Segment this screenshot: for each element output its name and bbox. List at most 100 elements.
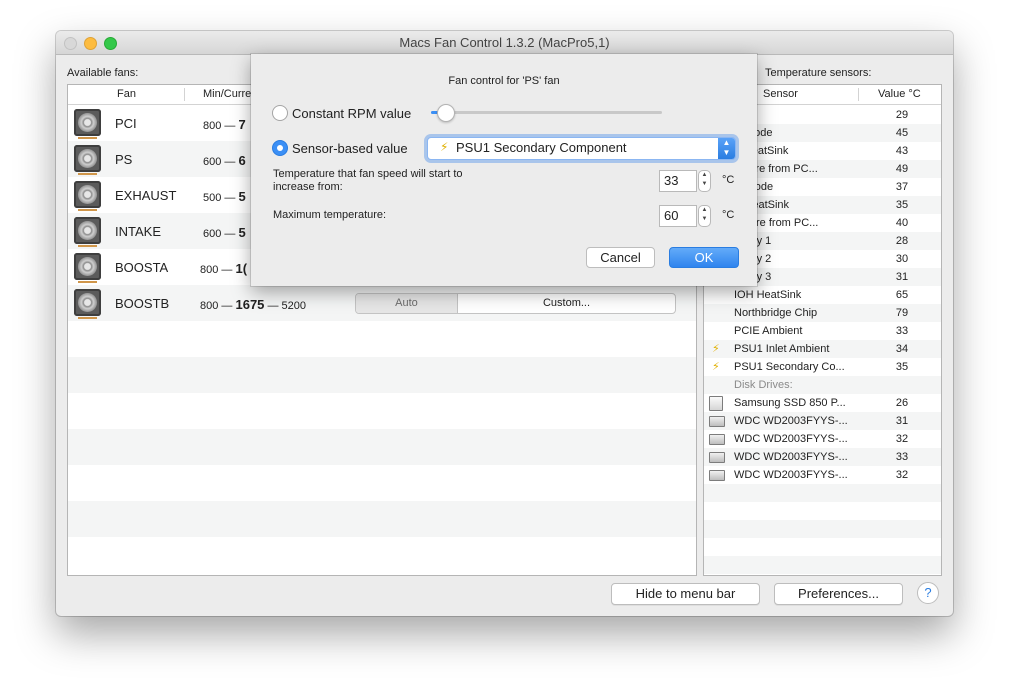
fan-name: INTAKE bbox=[115, 224, 161, 239]
empty-row bbox=[704, 520, 941, 538]
sensor-value: 34 bbox=[895, 343, 909, 355]
sensor-name: PSU1 Inlet Ambient bbox=[734, 343, 830, 355]
sensor-value: 29 bbox=[895, 109, 909, 121]
hdd-icon bbox=[709, 434, 725, 445]
start-temp-stepper[interactable]: ▲ ▼ bbox=[698, 170, 711, 192]
sensor-group-row: Disk Drives: bbox=[704, 376, 941, 394]
fan-mode-segmented-control[interactable]: Auto Custom... bbox=[355, 293, 676, 314]
hdd-icon bbox=[709, 470, 725, 481]
sensor-column-header[interactable]: Sensor bbox=[763, 88, 798, 100]
sensor-name: Northbridge Chip bbox=[734, 307, 818, 319]
sensor-name: Samsung SSD 850 P... bbox=[734, 397, 846, 409]
sensor-value: 65 bbox=[895, 289, 909, 301]
bolt-icon: ⚡ bbox=[712, 361, 720, 373]
chevron-updown-icon: ▲ ▼ bbox=[718, 138, 735, 159]
start-temp-unit: °C bbox=[722, 174, 735, 186]
empty-row bbox=[68, 501, 696, 537]
empty-row bbox=[704, 484, 941, 502]
sensor-value: 30 bbox=[895, 253, 909, 265]
value-column-header[interactable]: Value °C bbox=[878, 88, 921, 100]
fan-name: PS bbox=[115, 152, 133, 167]
sensor-value: 43 bbox=[895, 145, 909, 157]
sensor-value: 31 bbox=[895, 415, 909, 427]
fan-name: BOOSTB bbox=[115, 296, 170, 311]
fan-icon bbox=[74, 109, 101, 139]
hide-to-menu-bar-button[interactable]: Hide to menu bar bbox=[611, 583, 760, 605]
sensor-row[interactable]: WDC WD2003FYYS-... 32 bbox=[704, 466, 941, 484]
sensor-name: WDC WD2003FYYS-... bbox=[734, 469, 848, 481]
fan-icon bbox=[74, 145, 101, 175]
sensor-group-label: Disk Drives: bbox=[734, 379, 793, 391]
empty-row bbox=[68, 465, 696, 501]
start-temp-input[interactable]: 33 bbox=[659, 170, 697, 192]
start-temp-label: Temperature that fan speed will start to… bbox=[273, 168, 463, 193]
sensor-value: 37 bbox=[895, 181, 909, 193]
sensor-select[interactable]: ⚡ PSU1 Secondary Component ▲ ▼ bbox=[427, 137, 736, 160]
fan-speed: 800 — 1( bbox=[200, 261, 248, 276]
preferences-button[interactable]: Preferences... bbox=[774, 583, 903, 605]
help-button[interactable]: ? bbox=[917, 582, 939, 604]
sensor-name: WDC WD2003FYYS-... bbox=[734, 451, 848, 463]
max-temp-input[interactable]: 60 bbox=[659, 205, 697, 227]
sensor-value: 33 bbox=[895, 451, 909, 463]
constant-rpm-label[interactable]: Constant RPM value bbox=[292, 106, 411, 121]
max-temp-stepper[interactable]: ▲ ▼ bbox=[698, 205, 711, 227]
sensor-name: PSU1 Secondary Co... bbox=[734, 361, 845, 373]
sensor-value: 32 bbox=[895, 433, 909, 445]
sensor-name: IOH HeatSink bbox=[734, 289, 802, 301]
fan-icon bbox=[74, 217, 101, 247]
bolt-icon: ⚡ bbox=[712, 343, 720, 355]
sensor-value: 45 bbox=[895, 127, 909, 139]
sensor-row[interactable]: PCIE Ambient 33 bbox=[704, 322, 941, 340]
sensor-value: 35 bbox=[895, 361, 909, 373]
fan-speed: 600 — 5 bbox=[203, 225, 246, 240]
fan-column-header[interactable]: Fan bbox=[117, 88, 136, 100]
max-temp-label: Maximum temperature: bbox=[273, 209, 387, 221]
sensor-value: 49 bbox=[895, 163, 909, 175]
sensor-value: 79 bbox=[895, 307, 909, 319]
empty-row bbox=[68, 321, 696, 357]
sensor-row[interactable]: WDC WD2003FYYS-... 32 bbox=[704, 430, 941, 448]
rpm-slider-track[interactable] bbox=[431, 111, 662, 114]
fan-icon bbox=[74, 289, 101, 319]
min-current-column-header[interactable]: Min/Curre bbox=[203, 88, 251, 100]
sensor-based-radio[interactable] bbox=[272, 140, 288, 156]
fan-name: BOOSTA bbox=[115, 260, 169, 275]
sensor-select-value: PSU1 Secondary Component bbox=[456, 140, 627, 155]
sensor-row[interactable]: ⚡ PSU1 Inlet Ambient 34 bbox=[704, 340, 941, 358]
sensor-row[interactable]: WDC WD2003FYYS-... 31 bbox=[704, 412, 941, 430]
cancel-button[interactable]: Cancel bbox=[586, 247, 655, 268]
sensor-row[interactable]: WDC WD2003FYYS-... 33 bbox=[704, 448, 941, 466]
hdd-icon bbox=[709, 452, 725, 463]
sensor-row[interactable]: IOH HeatSink 65 bbox=[704, 286, 941, 304]
sensor-value: 32 bbox=[895, 469, 909, 481]
auto-mode-button[interactable]: Auto bbox=[356, 294, 458, 313]
hdd-icon bbox=[709, 416, 725, 427]
fan-icon bbox=[74, 181, 101, 211]
sensor-row[interactable]: ⚡ PSU1 Secondary Co... 35 bbox=[704, 358, 941, 376]
bolt-icon: ⚡ bbox=[440, 140, 449, 154]
fan-speed: 500 — 5 bbox=[203, 189, 246, 204]
empty-row bbox=[704, 556, 941, 574]
sensor-based-label[interactable]: Sensor-based value bbox=[292, 141, 408, 156]
sensor-row[interactable]: Northbridge Chip 79 bbox=[704, 304, 941, 322]
sensor-row[interactable]: Samsung SSD 850 P... 26 bbox=[704, 394, 941, 412]
constant-rpm-radio[interactable] bbox=[272, 105, 288, 121]
fan-icon bbox=[74, 253, 101, 283]
empty-row bbox=[68, 429, 696, 465]
window-title: Macs Fan Control 1.3.2 (MacPro5,1) bbox=[399, 35, 610, 50]
sensor-value: 31 bbox=[895, 271, 909, 283]
title-bar: Macs Fan Control 1.3.2 (MacPro5,1) bbox=[56, 31, 953, 55]
sensor-value: 35 bbox=[895, 199, 909, 211]
max-temp-unit: °C bbox=[722, 209, 735, 221]
ok-button[interactable]: OK bbox=[669, 247, 739, 268]
empty-row bbox=[68, 537, 696, 573]
ssd-icon bbox=[709, 396, 723, 411]
fan-name: EXHAUST bbox=[115, 188, 177, 203]
rpm-slider-knob[interactable] bbox=[437, 104, 456, 122]
dialog-title: Fan control for 'PS' fan bbox=[448, 75, 560, 87]
fan-row[interactable]: BOOSTB 800 — 1675 — 5200 Auto Custom... bbox=[68, 285, 696, 321]
sensor-value: 26 bbox=[895, 397, 909, 409]
sensor-name: WDC WD2003FYYS-... bbox=[734, 433, 848, 445]
custom-mode-button[interactable]: Custom... bbox=[458, 294, 675, 313]
